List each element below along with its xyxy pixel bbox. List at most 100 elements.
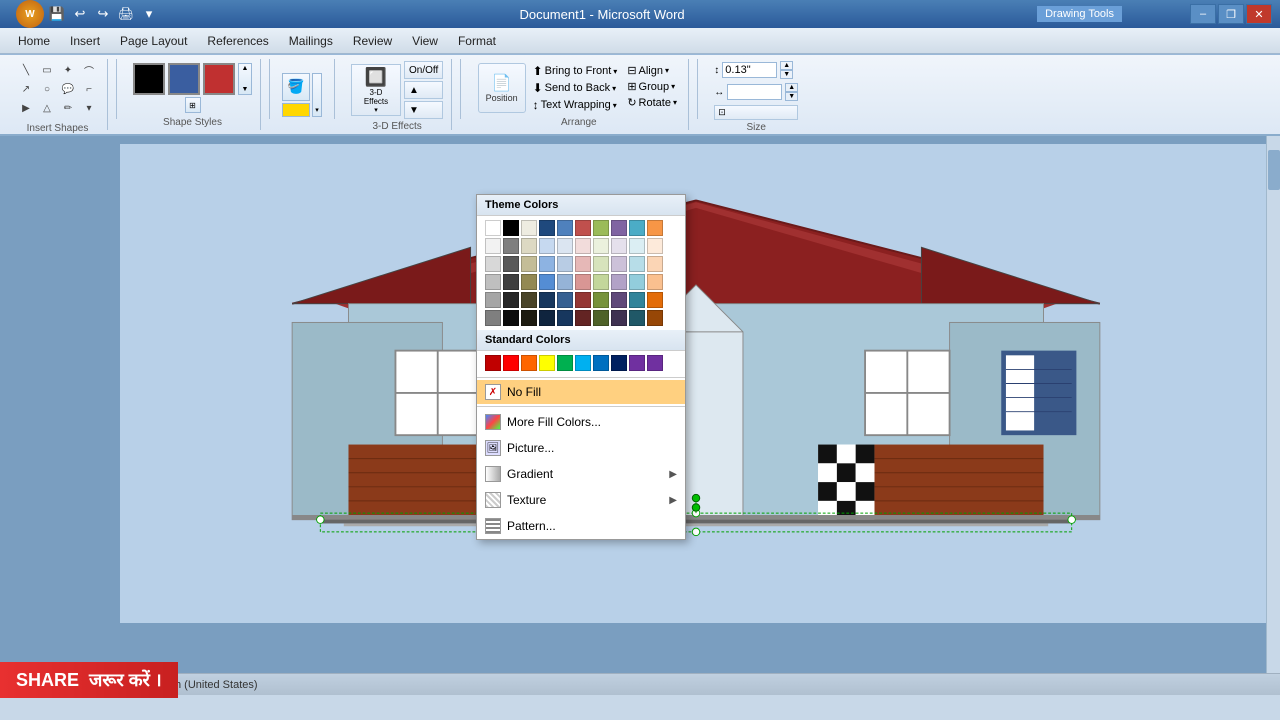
menu-insert[interactable]: Insert xyxy=(60,28,110,53)
theme-color-cell[interactable] xyxy=(521,274,537,290)
shape-star-icon[interactable]: ✦ xyxy=(58,61,78,79)
theme-color-cell[interactable] xyxy=(557,292,573,308)
no-fill-item[interactable]: ✗ No Fill xyxy=(477,380,685,404)
theme-color-cell[interactable] xyxy=(503,274,519,290)
menu-mailings[interactable]: Mailings xyxy=(279,28,343,53)
theme-color-cell[interactable] xyxy=(557,310,573,326)
theme-color-cell[interactable] xyxy=(611,220,627,236)
width-down-btn[interactable]: ▼ xyxy=(785,92,798,101)
swatch-scroll-up[interactable]: ▲ ▼ xyxy=(238,63,252,95)
shape-callout-icon[interactable]: 💬 xyxy=(58,80,78,98)
scrollbar-thumb[interactable] xyxy=(1268,150,1280,190)
standard-color-cell[interactable] xyxy=(521,355,537,371)
theme-color-cell[interactable] xyxy=(539,238,555,254)
standard-color-cell[interactable] xyxy=(575,355,591,371)
standard-color-cell[interactable] xyxy=(557,355,573,371)
gradient-item[interactable]: Gradient ▶ xyxy=(477,461,685,487)
standard-color-cell[interactable] xyxy=(611,355,627,371)
theme-color-cell[interactable] xyxy=(647,238,663,254)
theme-color-cell[interactable] xyxy=(575,292,591,308)
theme-color-cell[interactable] xyxy=(593,274,609,290)
position-btn[interactable]: 📄 Position xyxy=(478,63,526,113)
theme-color-cell[interactable] xyxy=(611,274,627,290)
customize-btn[interactable]: ▾ xyxy=(139,4,159,24)
shape-freeform-icon[interactable]: ✏ xyxy=(58,99,78,117)
restore-btn[interactable]: ❐ xyxy=(1218,4,1244,24)
print-btn[interactable]: 🖨 xyxy=(116,4,136,24)
fill-dropdown-arrow[interactable]: ▾ xyxy=(312,73,322,117)
menu-review[interactable]: Review xyxy=(343,28,402,53)
theme-color-cell[interactable] xyxy=(593,310,609,326)
theme-color-cell[interactable] xyxy=(629,256,645,272)
size-dialog-launcher[interactable]: ⊡ xyxy=(714,105,798,120)
theme-color-cell[interactable] xyxy=(503,292,519,308)
theme-color-cell[interactable] xyxy=(575,220,591,236)
menu-view[interactable]: View xyxy=(402,28,448,53)
theme-color-cell[interactable] xyxy=(629,274,645,290)
width-input[interactable] xyxy=(727,84,782,100)
theme-color-cell[interactable] xyxy=(629,238,645,254)
theme-color-cell[interactable] xyxy=(575,310,591,326)
shape-line-icon[interactable]: ╲ xyxy=(16,61,36,79)
fill-swatch-blue[interactable] xyxy=(168,63,200,95)
theme-color-cell[interactable] xyxy=(539,256,555,272)
texture-item[interactable]: Texture ▶ xyxy=(477,487,685,513)
menu-format[interactable]: Format xyxy=(448,28,506,53)
theme-color-cell[interactable] xyxy=(647,292,663,308)
undo-btn[interactable]: ↩ xyxy=(70,4,90,24)
height-down-btn[interactable]: ▼ xyxy=(780,70,793,79)
shape-connector-icon[interactable]: ⌐ xyxy=(79,80,99,98)
theme-color-cell[interactable] xyxy=(521,220,537,236)
theme-color-cell[interactable] xyxy=(485,292,501,308)
theme-color-cell[interactable] xyxy=(647,274,663,290)
theme-color-cell[interactable] xyxy=(629,220,645,236)
fill-swatch-red[interactable] xyxy=(203,63,235,95)
menu-references[interactable]: References xyxy=(197,28,278,53)
theme-color-cell[interactable] xyxy=(575,274,591,290)
theme-color-cell[interactable] xyxy=(611,292,627,308)
shape-curve-icon[interactable]: ⌒ xyxy=(79,61,99,79)
shape-arrow-icon[interactable]: ↗ xyxy=(16,80,36,98)
fill-swatch-black[interactable] xyxy=(133,63,165,95)
3d-tilt-up[interactable]: ▲ xyxy=(404,81,443,99)
theme-color-cell[interactable] xyxy=(521,292,537,308)
theme-color-cell[interactable] xyxy=(593,238,609,254)
standard-color-cell[interactable] xyxy=(485,355,501,371)
more-styles-btn[interactable]: ⊞ xyxy=(185,97,201,113)
theme-color-cell[interactable] xyxy=(485,238,501,254)
theme-color-cell[interactable] xyxy=(629,310,645,326)
width-up-btn[interactable]: ▲ xyxy=(785,83,798,92)
picture-item[interactable]: 🖼 Picture... xyxy=(477,435,685,461)
theme-color-cell[interactable] xyxy=(611,256,627,272)
theme-color-cell[interactable] xyxy=(485,274,501,290)
pattern-item[interactable]: Pattern... xyxy=(477,513,685,539)
theme-color-cell[interactable] xyxy=(593,220,609,236)
theme-color-cell[interactable] xyxy=(521,238,537,254)
standard-color-cell[interactable] xyxy=(629,355,645,371)
theme-color-cell[interactable] xyxy=(503,256,519,272)
menu-page-layout[interactable]: Page Layout xyxy=(110,28,197,53)
shape-triangle-icon[interactable]: △ xyxy=(37,99,57,117)
theme-color-cell[interactable] xyxy=(557,220,573,236)
standard-color-cell[interactable] xyxy=(593,355,609,371)
standard-color-cell[interactable] xyxy=(539,355,555,371)
close-btn[interactable]: ✕ xyxy=(1246,4,1272,24)
theme-color-cell[interactable] xyxy=(647,310,663,326)
redo-btn[interactable]: ↪ xyxy=(93,4,113,24)
shape-more-icon[interactable]: ▾ xyxy=(79,99,99,117)
theme-color-cell[interactable] xyxy=(539,274,555,290)
theme-color-cell[interactable] xyxy=(503,238,519,254)
3d-on-off-btn[interactable]: On/Off xyxy=(404,61,443,79)
height-up-btn[interactable]: ▲ xyxy=(780,61,793,70)
vertical-scrollbar[interactable] xyxy=(1266,136,1280,673)
document-page[interactable] xyxy=(120,144,1272,623)
theme-color-cell[interactable] xyxy=(611,310,627,326)
shape-circle-icon[interactable]: ○ xyxy=(37,80,57,98)
save-btn[interactable]: 💾 xyxy=(47,4,67,24)
menu-home[interactable]: Home xyxy=(8,28,60,53)
theme-color-cell[interactable] xyxy=(557,256,573,272)
theme-color-cell[interactable] xyxy=(575,238,591,254)
fill-color-btn[interactable]: 🪣 xyxy=(282,73,310,101)
group-item[interactable]: ⊞Group▾ xyxy=(624,79,680,94)
theme-color-cell[interactable] xyxy=(521,256,537,272)
